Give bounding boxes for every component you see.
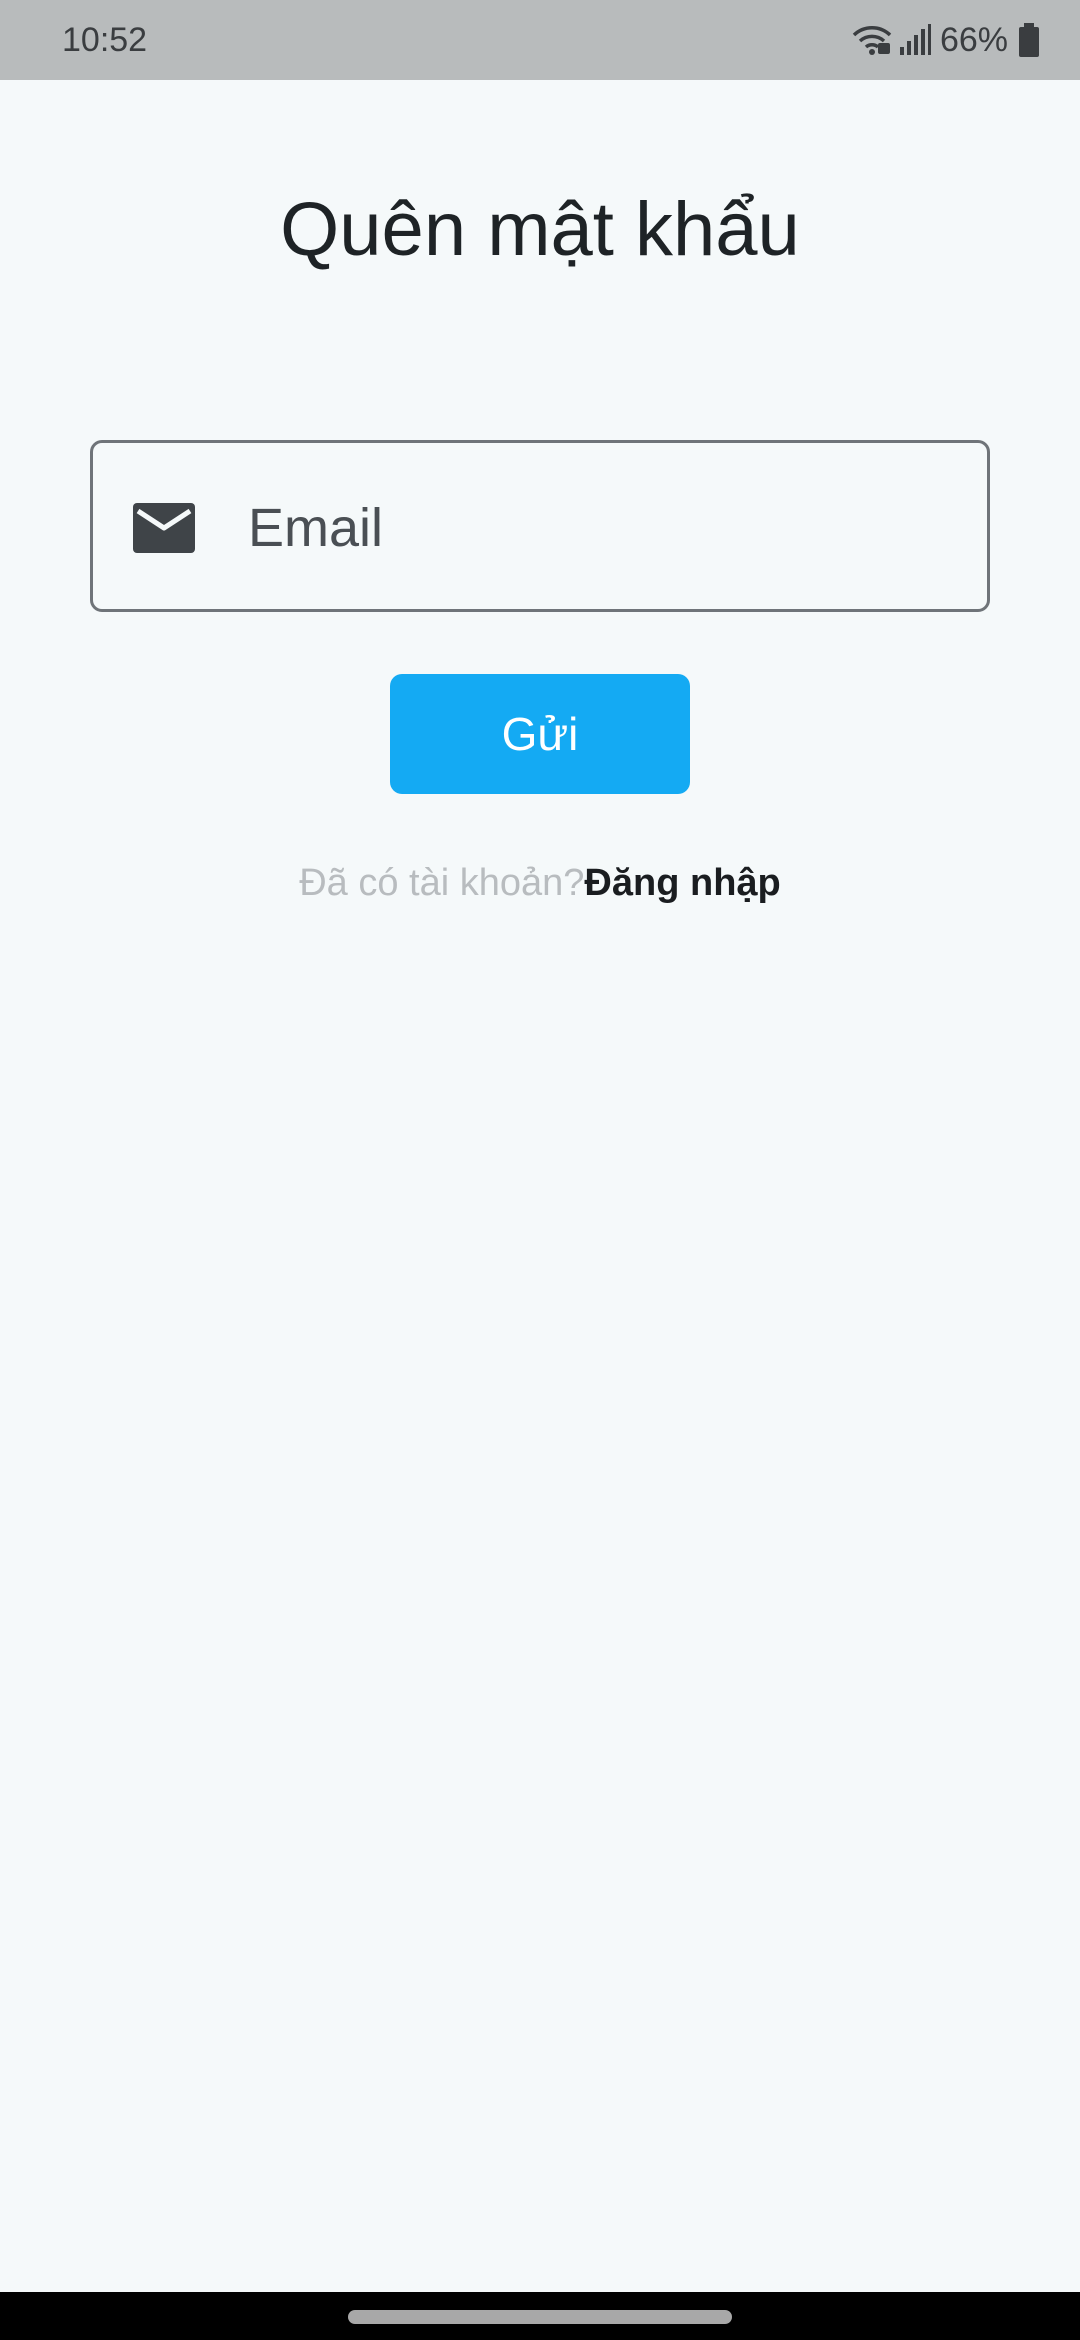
email-input[interactable] [248, 473, 948, 583]
status-bar: 10:52 66% [0, 0, 1080, 80]
navigation-bar [0, 2292, 1080, 2340]
email-field[interactable] [90, 440, 990, 612]
login-prompt: Đã có tài khoản? [299, 862, 585, 904]
page-title: Quên mật khẩu [280, 187, 800, 272]
battery-percent: 66% [939, 21, 1008, 59]
login-link[interactable]: Đăng nhập [584, 862, 780, 904]
wifi-icon [852, 23, 892, 57]
signal-icon [898, 23, 932, 57]
submit-button[interactable]: Gửi [390, 674, 690, 794]
mail-icon [133, 503, 195, 553]
login-row: Đã có tài khoản?Đăng nhập [0, 855, 1080, 911]
status-icons: 66% [852, 18, 1040, 62]
battery-icon [1018, 23, 1040, 57]
home-indicator[interactable] [348, 2310, 732, 2324]
status-time: 10:52 [62, 21, 148, 59]
